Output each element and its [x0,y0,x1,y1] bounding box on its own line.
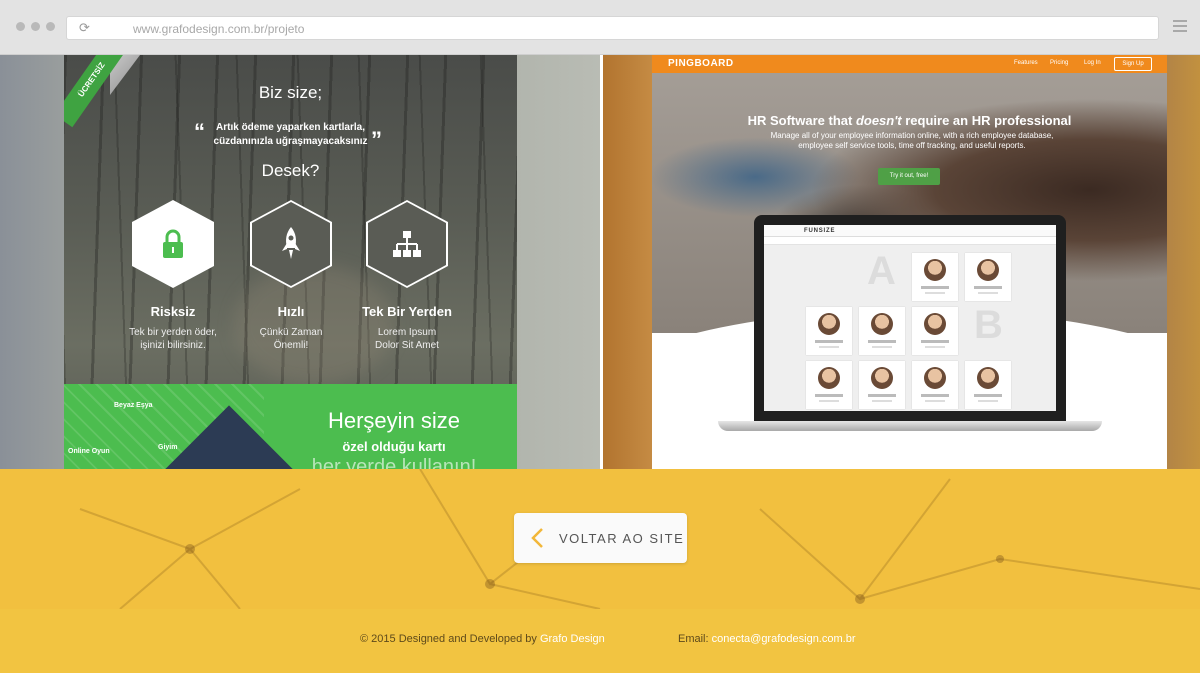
feature-title: Tek Bir Yerden [362,304,452,319]
person-card [912,253,958,301]
quote-line: cüzdanınızla uğraşmayacaksınız [213,136,368,147]
app-subheader [764,237,1056,245]
green-promo-section: Beyaz Eşya Giyim Online Oyun Herşeyin si… [64,384,517,469]
section-letter: A [867,249,896,293]
url-text[interactable]: www.grafodesign.com.br/projeto [133,22,304,36]
footer: © 2015 Designed and Developed by Grafo D… [0,609,1200,673]
person-card [912,307,958,355]
nav-link-pricing[interactable]: Pricing [1050,60,1068,66]
window-controls [16,22,55,31]
reload-icon[interactable]: ⟳ [79,21,93,35]
back-button-label: VOLTAR AO SITE [559,531,685,546]
chevron-left-icon [531,528,543,548]
feature-desc: Lorem Ipsum Dolor Sit Amet [347,326,467,352]
feature-risksiz: Risksiz Tek bir yerden öder, işinizi bil… [113,200,233,352]
nav-link-features[interactable]: Features [1014,60,1038,66]
copyright-text: © 2015 Designed and Developed by [360,633,540,645]
funsize-logo: FUNSIZE [804,228,836,234]
feature-desc: Tek bir yerden öder, işinizi bilirsiniz. [113,326,233,352]
browser-toolbar: ⟳ www.grafodesign.com.br/projeto [0,0,1200,55]
app-header: FUNSIZE [764,225,1056,237]
laptop-screen: FUNSIZE A B [764,225,1056,411]
feature-desc-line: işinizi bilirsiniz. [140,340,206,351]
minimize-window-dot[interactable] [31,22,40,31]
person-card [965,253,1011,301]
sitemap-icon [366,200,448,288]
hero-title-emphasis: doesn't [855,113,902,128]
feature-desc-line: Dolor Sit Amet [375,340,439,351]
laptop-mockup: FUNSIZE A B [754,215,1066,421]
hero-subtitle: Manage all of your employee information … [770,131,1054,150]
email-link[interactable]: conecta@grafodesign.com.br [712,633,856,645]
person-card [859,361,905,409]
address-bar[interactable]: ⟳ www.grafodesign.com.br/projeto [66,16,1159,40]
hero-title-part: require an HR professional [901,113,1072,128]
project-screenshot-card-right: PINGBOARD Features Pricing Log In Sign U… [652,55,1167,469]
hero-title: HR Software that doesn't require an HR p… [652,113,1167,128]
nav-link-login[interactable]: Log In [1084,60,1101,66]
hamburger-menu-icon[interactable] [1173,20,1187,35]
feature-title: Hızlı [277,304,305,319]
hexagon [366,200,448,288]
promo-line-2: özel olduğu kartı [342,439,446,454]
feature-desc: Çünkü Zaman Önemli! [231,326,351,352]
promo-line-3: her yerde kullanın! [311,456,477,469]
promo-line-1: Herşeyin size [327,408,461,433]
section-letter: B [974,303,1003,347]
person-card [806,361,852,409]
project-screenshot-card-left: ÜCRETSİZ Biz size; “ Artık ödeme yaparke… [64,55,517,469]
quote-text: Artık ödeme yaparken kartlarla, cüzdanın… [64,121,517,149]
person-card [912,361,958,409]
feature-tek-bir-yerden: Tek Bir Yerden Lorem Ipsum Dolor Sit Ame… [347,200,467,352]
feature-hizli: Hızlı Çünkü Zaman Önemli! [231,200,351,352]
laptop-base [718,421,1102,431]
lock-icon [132,200,214,288]
quote-line: Artık ödeme yaparken kartlarla, [216,122,365,133]
close-window-dot[interactable] [16,22,25,31]
signup-button[interactable]: Sign Up [1114,57,1152,71]
feature-desc-line: Tek bir yerden öder, [129,327,217,338]
pingboard-navbar: PINGBOARD Features Pricing Log In Sign U… [652,55,1167,73]
subheading: Desek? [261,161,320,180]
category-label: Online Oyun [68,448,110,455]
copyright: © 2015 Designed and Developed by Grafo D… [360,633,605,645]
rocket-icon [250,200,332,288]
heading: Biz size; [258,83,323,102]
category-label: Giyim [158,444,178,451]
hexagon [132,200,214,288]
hexagon [250,200,332,288]
pingboard-logo: PINGBOARD [668,58,734,69]
person-card [806,307,852,355]
close-quote-icon: ” [371,127,382,152]
back-to-site-button[interactable]: VOLTAR AO SITE [514,513,687,563]
maximize-window-dot[interactable] [46,22,55,31]
feature-desc-line: Önemli! [273,340,309,351]
hero-title-part: HR Software that [747,113,856,128]
footer-email: Email: conecta@grafodesign.com.br [678,633,855,645]
email-label: Email: [678,633,712,645]
grafo-design-link[interactable]: Grafo Design [540,633,605,645]
person-card [965,361,1011,409]
try-free-button[interactable]: Try it out, free! [878,168,940,185]
feature-title: Risksiz [150,304,196,319]
feature-desc-line: Çünkü Zaman [259,327,323,338]
category-label: Beyaz Eşya [114,402,153,409]
person-card [859,307,905,355]
feature-desc-line: Lorem Ipsum [377,327,437,338]
